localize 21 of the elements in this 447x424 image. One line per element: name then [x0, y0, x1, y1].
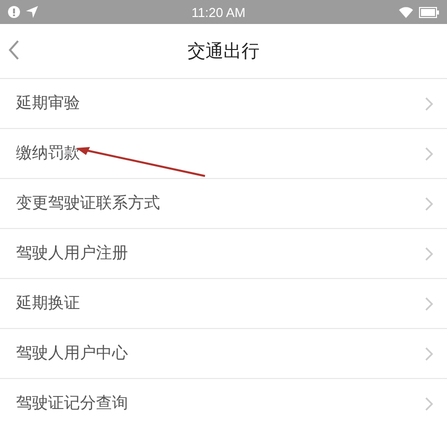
menu-item[interactable]: 延期换证 [0, 279, 447, 329]
chevron-icon [425, 146, 433, 160]
chevron-icon [425, 246, 433, 260]
alert-icon [8, 6, 20, 18]
page-title: 交通出行 [188, 40, 260, 63]
menu-item[interactable]: 延期审验 [0, 79, 447, 129]
menu-item[interactable]: 驾驶人用户中心 [0, 329, 447, 379]
location-icon [26, 6, 38, 18]
chevron-icon [425, 396, 433, 410]
menu-item[interactable]: 驾驶人用户注册 [0, 229, 447, 279]
wifi-icon [399, 6, 413, 18]
chevron-icon [425, 296, 433, 310]
status-time: 11:20 AM [192, 4, 246, 20]
chevron-icon [425, 96, 433, 110]
menu-item[interactable]: 缴纳罚款 [0, 129, 447, 179]
battery-icon [419, 6, 439, 18]
menu-item[interactable]: 驾驶证记分查询 [0, 379, 447, 424]
chevron-icon [425, 346, 433, 360]
back-icon[interactable] [8, 40, 20, 60]
menu-item[interactable]: 变更驾驶证联系方式 [0, 179, 447, 229]
chevron-icon [425, 196, 433, 210]
